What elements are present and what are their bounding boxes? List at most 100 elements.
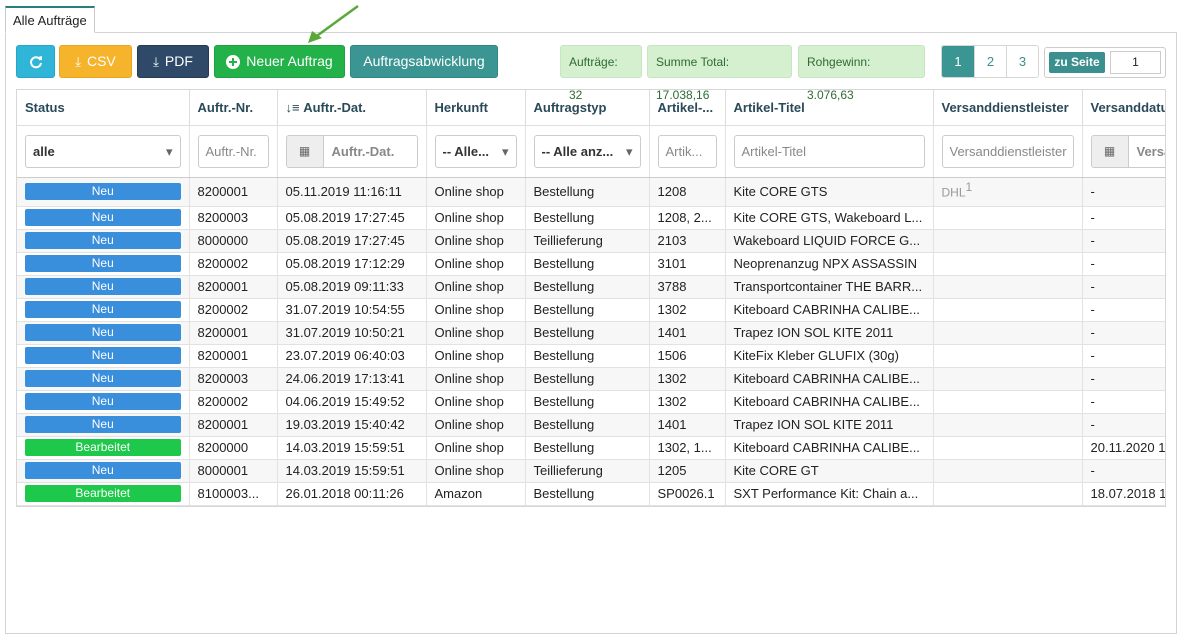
status-badge[interactable]: Neu bbox=[25, 393, 181, 410]
status-badge[interactable]: Neu bbox=[25, 183, 181, 200]
table-row[interactable]: Neu 8200002 04.06.2019 15:49:52 Online shop… bbox=[17, 390, 1165, 414]
ship-date-cell: - bbox=[1082, 177, 1165, 207]
origin-cell: Amazon bbox=[426, 482, 526, 506]
status-badge[interactable]: Neu bbox=[25, 416, 181, 433]
status-badge[interactable]: Neu bbox=[25, 278, 181, 295]
status-badge[interactable]: Bearbeitet bbox=[25, 439, 181, 456]
shipper-cell bbox=[933, 390, 1083, 414]
origin-cell: Online shop bbox=[426, 413, 526, 437]
status-badge[interactable]: Neu bbox=[25, 347, 181, 364]
csv-label: CSV bbox=[86, 53, 116, 69]
shipper-cell bbox=[933, 252, 1083, 276]
status-cell: Neu bbox=[17, 321, 190, 345]
article-title-filter[interactable]: Artikel-Titel bbox=[733, 134, 925, 168]
pdf-label: PDF bbox=[164, 53, 193, 69]
col-ship-date[interactable]: Versanddatu bbox=[1082, 90, 1165, 126]
col-order-type[interactable]: Auftragstyp bbox=[525, 90, 650, 126]
order-no-cell: 8200001 bbox=[189, 344, 278, 368]
status-badge[interactable]: Neu bbox=[25, 370, 181, 387]
origin-cell: Online shop bbox=[426, 275, 526, 299]
page-3-button[interactable]: 3 bbox=[1006, 46, 1038, 77]
article-title-cell: KiteFix Kleber GLUFIX (30g) bbox=[725, 344, 934, 368]
order-type-filter-select[interactable]: -- Alle anz... bbox=[533, 134, 641, 168]
table-row[interactable]: Neu 8200001 23.07.2019 06:40:03 Online shop… bbox=[17, 344, 1165, 368]
origin-cell: Online shop bbox=[426, 177, 526, 207]
col-article-title[interactable]: Artikel-Titel bbox=[725, 90, 934, 126]
order-type-cell: Bestellung bbox=[525, 177, 650, 207]
col-origin[interactable]: Herkunft bbox=[426, 90, 526, 126]
col-status[interactable]: Status bbox=[17, 90, 190, 126]
pdf-export-button[interactable]: ⤓ PDF bbox=[137, 45, 209, 78]
article-title-cell: Kiteboard CABRINHA CALIBE... bbox=[725, 367, 934, 391]
order-type-cell: Bestellung bbox=[525, 275, 650, 299]
order-type-cell: Teillieferung bbox=[525, 229, 650, 253]
col-article-no[interactable]: Artikel-... bbox=[649, 90, 726, 126]
col-order-date[interactable]: ↓≡ Auftr.-Dat. bbox=[277, 90, 427, 126]
col-order-no[interactable]: Auftr.-Nr. bbox=[189, 90, 278, 126]
table-row[interactable]: Neu 8200002 05.08.2019 17:12:29 Online shop… bbox=[17, 252, 1165, 276]
origin-cell: Online shop bbox=[426, 206, 526, 230]
status-filter-select[interactable]: alle bbox=[25, 134, 181, 168]
page-1-button[interactable]: 1 bbox=[942, 46, 974, 77]
table-row[interactable]: Neu 8200003 05.08.2019 17:27:45 Online shop… bbox=[17, 206, 1165, 230]
order-no-filter[interactable]: Auftr.-Nr. bbox=[197, 134, 269, 168]
table-row[interactable]: Neu 8200003 24.06.2019 17:13:41 Online shop… bbox=[17, 367, 1165, 391]
ship-date-cell: - bbox=[1082, 275, 1165, 299]
article-title-cell: Transportcontainer THE BARR... bbox=[725, 275, 934, 299]
shipper-filter[interactable]: Versanddienstleister bbox=[941, 134, 1074, 168]
refresh-button[interactable] bbox=[16, 45, 55, 78]
order-type-cell: Bestellung bbox=[525, 206, 650, 230]
order-date-cell: 19.03.2019 15:40:42 bbox=[277, 413, 427, 437]
order-type-cell: Bestellung bbox=[525, 436, 650, 460]
status-badge[interactable]: Neu bbox=[25, 462, 181, 479]
gross-profit-badge: Rohgewinn: 3.076,63 bbox=[798, 45, 925, 102]
csv-export-button[interactable]: ⤓ CSV bbox=[59, 45, 132, 78]
origin-filter-select[interactable]: -- Alle... bbox=[434, 134, 517, 168]
col-shipper[interactable]: Versanddienstleister bbox=[933, 90, 1083, 126]
table-row[interactable]: Bearbeitet 8100003... 26.01.2018 00:11:26 A… bbox=[17, 482, 1165, 506]
status-badge[interactable]: Neu bbox=[25, 232, 181, 249]
article-no-filter[interactable]: Artik... bbox=[657, 134, 717, 168]
status-badge[interactable]: Neu bbox=[25, 324, 181, 341]
order-processing-button[interactable]: Auftragsabwicklung bbox=[350, 45, 498, 78]
article-title-cell: Kiteboard CABRINHA CALIBE... bbox=[725, 390, 934, 414]
origin-cell: Online shop bbox=[426, 390, 526, 414]
status-cell: Neu bbox=[17, 177, 190, 207]
ship-date-cell: - bbox=[1082, 459, 1165, 483]
shipper-count: 1 bbox=[965, 179, 973, 194]
table-row[interactable]: Neu 8200001 05.11.2019 11:16:11 Online shop… bbox=[17, 177, 1165, 207]
order-date-cell: 05.11.2019 11:16:11 bbox=[277, 177, 427, 207]
shipper-cell bbox=[933, 275, 1083, 299]
shipper-cell bbox=[933, 229, 1083, 253]
ship-date-cell: - bbox=[1082, 344, 1165, 368]
table-row[interactable]: Neu 8200001 31.07.2019 10:50:21 Online shop… bbox=[17, 321, 1165, 345]
order-no-cell: 8200003 bbox=[189, 367, 278, 391]
table-row[interactable]: Neu 8200001 05.08.2019 09:11:33 Online shop… bbox=[17, 275, 1165, 299]
tab-all-orders[interactable]: Alle Aufträge bbox=[5, 6, 95, 33]
status-badge[interactable]: Bearbeitet bbox=[25, 485, 181, 502]
article-title-cell: SXT Performance Kit: Chain a... bbox=[725, 482, 934, 506]
ship-date-cell: - bbox=[1082, 229, 1165, 253]
ship-date-filter[interactable]: ▦ Versa bbox=[1090, 134, 1165, 168]
page-2-button[interactable]: 2 bbox=[974, 46, 1006, 77]
status-badge[interactable]: Neu bbox=[25, 301, 181, 318]
table-row[interactable]: Neu 8200002 31.07.2019 10:54:55 Online shop… bbox=[17, 298, 1165, 322]
article-no-cell: SP0026.1 bbox=[649, 482, 726, 506]
goto-page-input[interactable]: 1 bbox=[1110, 51, 1161, 74]
table-row[interactable]: Neu 8200001 19.03.2019 15:40:42 Online shop… bbox=[17, 413, 1165, 437]
origin-cell: Online shop bbox=[426, 298, 526, 322]
shipper-cell bbox=[933, 482, 1083, 506]
order-date-filter[interactable]: ▦ Auftr.-Dat. bbox=[285, 134, 418, 168]
table-row[interactable]: Neu 8000001 14.03.2019 15:59:51 Online shop… bbox=[17, 459, 1165, 483]
article-no-cell: 1302, 1... bbox=[649, 436, 726, 460]
article-no-cell: 1506 bbox=[649, 344, 726, 368]
table-row[interactable]: Bearbeitet 8200000 14.03.2019 15:59:51 Onli… bbox=[17, 436, 1165, 460]
table-row[interactable]: Neu 8000000 05.08.2019 17:27:45 Online shop… bbox=[17, 229, 1165, 253]
status-badge[interactable]: Neu bbox=[25, 209, 181, 226]
status-badge[interactable]: Neu bbox=[25, 255, 181, 272]
order-no-cell: 8200000 bbox=[189, 436, 278, 460]
goto-page-button[interactable]: zu Seite bbox=[1049, 52, 1105, 73]
calendar-icon[interactable]: ▦ bbox=[1091, 135, 1129, 167]
calendar-icon[interactable]: ▦ bbox=[286, 135, 324, 167]
new-order-button[interactable]: Neuer Auftrag bbox=[214, 45, 345, 78]
